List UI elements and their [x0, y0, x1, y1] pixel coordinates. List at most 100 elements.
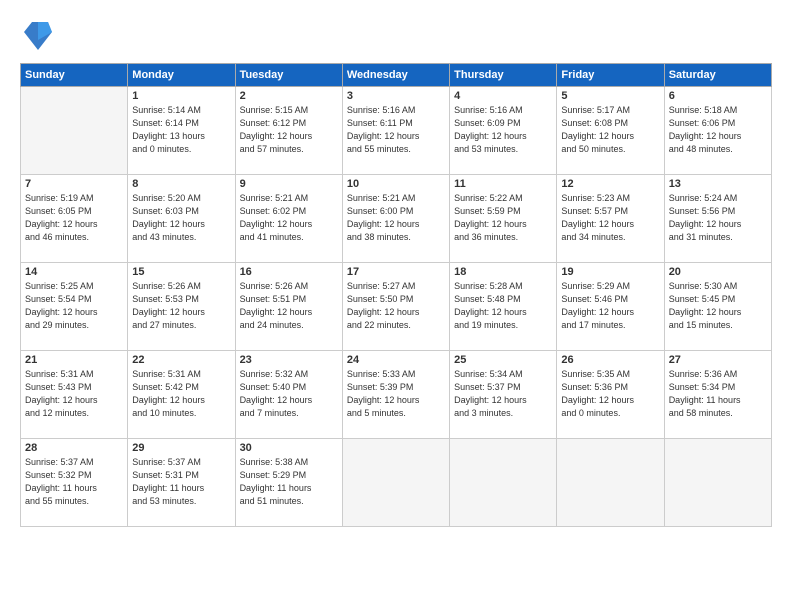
day-number: 24 — [347, 354, 445, 366]
day-info: Sunrise: 5:22 AM Sunset: 5:59 PM Dayligh… — [454, 192, 552, 244]
day-number: 16 — [240, 266, 338, 278]
day-info: Sunrise: 5:17 AM Sunset: 6:08 PM Dayligh… — [561, 104, 659, 156]
calendar-header-row: SundayMondayTuesdayWednesdayThursdayFrid… — [21, 64, 772, 87]
calendar-cell: 5 Sunrise: 5:17 AM Sunset: 6:08 PM Daylig… — [557, 87, 664, 175]
page-header — [20, 18, 772, 55]
calendar-cell: 8 Sunrise: 5:20 AM Sunset: 6:03 PM Daylig… — [128, 175, 235, 263]
day-number: 8 — [132, 178, 230, 190]
day-number: 27 — [669, 354, 767, 366]
calendar-week-row: 14 Sunrise: 5:25 AM Sunset: 5:54 PM Dayli… — [21, 263, 772, 351]
calendar-cell — [557, 439, 664, 527]
day-number: 30 — [240, 442, 338, 454]
day-info: Sunrise: 5:37 AM Sunset: 5:32 PM Dayligh… — [25, 456, 123, 508]
day-info: Sunrise: 5:24 AM Sunset: 5:56 PM Dayligh… — [669, 192, 767, 244]
calendar-cell: 10 Sunrise: 5:21 AM Sunset: 6:00 PM Dayli… — [342, 175, 449, 263]
day-of-week-header: Tuesday — [235, 64, 342, 87]
day-number: 14 — [25, 266, 123, 278]
calendar-cell: 14 Sunrise: 5:25 AM Sunset: 5:54 PM Dayli… — [21, 263, 128, 351]
day-number: 3 — [347, 90, 445, 102]
logo — [20, 18, 52, 55]
day-number: 29 — [132, 442, 230, 454]
day-info: Sunrise: 5:35 AM Sunset: 5:36 PM Dayligh… — [561, 368, 659, 420]
day-number: 21 — [25, 354, 123, 366]
day-number: 9 — [240, 178, 338, 190]
calendar-cell: 11 Sunrise: 5:22 AM Sunset: 5:59 PM Dayli… — [450, 175, 557, 263]
calendar-cell: 25 Sunrise: 5:34 AM Sunset: 5:37 PM Dayli… — [450, 351, 557, 439]
day-info: Sunrise: 5:38 AM Sunset: 5:29 PM Dayligh… — [240, 456, 338, 508]
day-info: Sunrise: 5:32 AM Sunset: 5:40 PM Dayligh… — [240, 368, 338, 420]
day-number: 25 — [454, 354, 552, 366]
calendar-cell: 23 Sunrise: 5:32 AM Sunset: 5:40 PM Dayli… — [235, 351, 342, 439]
day-info: Sunrise: 5:15 AM Sunset: 6:12 PM Dayligh… — [240, 104, 338, 156]
day-of-week-header: Friday — [557, 64, 664, 87]
day-number: 12 — [561, 178, 659, 190]
day-number: 15 — [132, 266, 230, 278]
day-number: 5 — [561, 90, 659, 102]
calendar-week-row: 28 Sunrise: 5:37 AM Sunset: 5:32 PM Dayli… — [21, 439, 772, 527]
calendar-cell: 2Sunrise: 5:15 AM Sunset: 6:12 PM Daylig… — [235, 87, 342, 175]
day-info: Sunrise: 5:23 AM Sunset: 5:57 PM Dayligh… — [561, 192, 659, 244]
calendar-cell: 21 Sunrise: 5:31 AM Sunset: 5:43 PM Dayli… — [21, 351, 128, 439]
day-info: Sunrise: 5:21 AM Sunset: 6:02 PM Dayligh… — [240, 192, 338, 244]
day-info: Sunrise: 5:18 AM Sunset: 6:06 PM Dayligh… — [669, 104, 767, 156]
calendar-cell: 22 Sunrise: 5:31 AM Sunset: 5:42 PM Dayli… — [128, 351, 235, 439]
calendar-cell: 27 Sunrise: 5:36 AM Sunset: 5:34 PM Dayli… — [664, 351, 771, 439]
calendar-cell: 12 Sunrise: 5:23 AM Sunset: 5:57 PM Dayli… — [557, 175, 664, 263]
day-number: 7 — [25, 178, 123, 190]
day-number: 22 — [132, 354, 230, 366]
day-number: 13 — [669, 178, 767, 190]
calendar-cell — [664, 439, 771, 527]
day-info: Sunrise: 5:19 AM Sunset: 6:05 PM Dayligh… — [25, 192, 123, 244]
day-of-week-header: Sunday — [21, 64, 128, 87]
calendar-cell: 30 Sunrise: 5:38 AM Sunset: 5:29 PM Dayli… — [235, 439, 342, 527]
day-number: 26 — [561, 354, 659, 366]
calendar-cell: 26 Sunrise: 5:35 AM Sunset: 5:36 PM Dayli… — [557, 351, 664, 439]
calendar-cell: 16 Sunrise: 5:26 AM Sunset: 5:51 PM Dayli… — [235, 263, 342, 351]
day-info: Sunrise: 5:16 AM Sunset: 6:09 PM Dayligh… — [454, 104, 552, 156]
day-of-week-header: Thursday — [450, 64, 557, 87]
day-info: Sunrise: 5:27 AM Sunset: 5:50 PM Dayligh… — [347, 280, 445, 332]
calendar-table: SundayMondayTuesdayWednesdayThursdayFrid… — [20, 63, 772, 527]
day-number: 28 — [25, 442, 123, 454]
day-info: Sunrise: 5:14 AM Sunset: 6:14 PM Dayligh… — [132, 104, 230, 156]
calendar-cell — [21, 87, 128, 175]
calendar-cell: 9 Sunrise: 5:21 AM Sunset: 6:02 PM Daylig… — [235, 175, 342, 263]
calendar-cell: 3Sunrise: 5:16 AM Sunset: 6:11 PM Daylig… — [342, 87, 449, 175]
day-info: Sunrise: 5:29 AM Sunset: 5:46 PM Dayligh… — [561, 280, 659, 332]
calendar-cell: 24 Sunrise: 5:33 AM Sunset: 5:39 PM Dayli… — [342, 351, 449, 439]
day-info: Sunrise: 5:31 AM Sunset: 5:43 PM Dayligh… — [25, 368, 123, 420]
calendar-cell: 20Sunrise: 5:30 AM Sunset: 5:45 PM Dayli… — [664, 263, 771, 351]
calendar-cell: 17 Sunrise: 5:27 AM Sunset: 5:50 PM Dayli… — [342, 263, 449, 351]
calendar-week-row: 1 Sunrise: 5:14 AM Sunset: 6:14 PM Daylig… — [21, 87, 772, 175]
day-of-week-header: Monday — [128, 64, 235, 87]
day-info: Sunrise: 5:20 AM Sunset: 6:03 PM Dayligh… — [132, 192, 230, 244]
calendar-cell: 15 Sunrise: 5:26 AM Sunset: 5:53 PM Dayli… — [128, 263, 235, 351]
day-info: Sunrise: 5:33 AM Sunset: 5:39 PM Dayligh… — [347, 368, 445, 420]
day-of-week-header: Saturday — [664, 64, 771, 87]
calendar-cell: 6 Sunrise: 5:18 AM Sunset: 6:06 PM Daylig… — [664, 87, 771, 175]
calendar-cell: 28 Sunrise: 5:37 AM Sunset: 5:32 PM Dayli… — [21, 439, 128, 527]
day-number: 6 — [669, 90, 767, 102]
calendar-cell: 4Sunrise: 5:16 AM Sunset: 6:09 PM Daylig… — [450, 87, 557, 175]
calendar-cell: 29Sunrise: 5:37 AM Sunset: 5:31 PM Dayli… — [128, 439, 235, 527]
calendar-cell: 19Sunrise: 5:29 AM Sunset: 5:46 PM Dayli… — [557, 263, 664, 351]
day-info: Sunrise: 5:31 AM Sunset: 5:42 PM Dayligh… — [132, 368, 230, 420]
day-number: 23 — [240, 354, 338, 366]
day-number: 18 — [454, 266, 552, 278]
day-info: Sunrise: 5:21 AM Sunset: 6:00 PM Dayligh… — [347, 192, 445, 244]
day-number: 20 — [669, 266, 767, 278]
day-info: Sunrise: 5:28 AM Sunset: 5:48 PM Dayligh… — [454, 280, 552, 332]
calendar-cell — [450, 439, 557, 527]
calendar-cell: 18 Sunrise: 5:28 AM Sunset: 5:48 PM Dayli… — [450, 263, 557, 351]
day-info: Sunrise: 5:26 AM Sunset: 5:53 PM Dayligh… — [132, 280, 230, 332]
day-info: Sunrise: 5:36 AM Sunset: 5:34 PM Dayligh… — [669, 368, 767, 420]
day-info: Sunrise: 5:34 AM Sunset: 5:37 PM Dayligh… — [454, 368, 552, 420]
day-number: 1 — [132, 90, 230, 102]
day-info: Sunrise: 5:25 AM Sunset: 5:54 PM Dayligh… — [25, 280, 123, 332]
day-of-week-header: Wednesday — [342, 64, 449, 87]
calendar-week-row: 21 Sunrise: 5:31 AM Sunset: 5:43 PM Dayli… — [21, 351, 772, 439]
day-number: 10 — [347, 178, 445, 190]
day-number: 11 — [454, 178, 552, 190]
day-number: 17 — [347, 266, 445, 278]
day-info: Sunrise: 5:26 AM Sunset: 5:51 PM Dayligh… — [240, 280, 338, 332]
